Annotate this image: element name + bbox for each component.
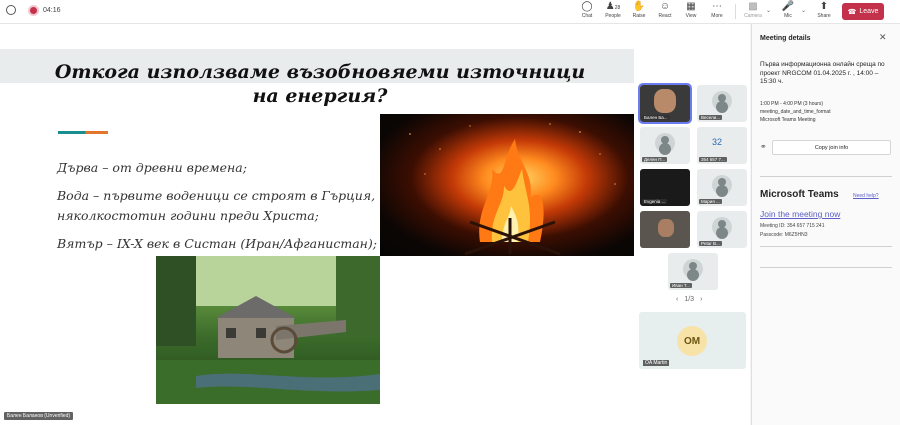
leave-button[interactable]: ☎ Leave	[842, 3, 884, 20]
participant-name: Evgenia ...	[642, 199, 668, 204]
avatar	[712, 217, 732, 237]
panel-title: Meeting details	[760, 35, 811, 42]
participant-tile[interactable]: 32 354 657 7...	[697, 127, 747, 164]
recording-indicator-icon	[30, 6, 37, 14]
participant-tile[interactable]: Весели...	[697, 85, 747, 122]
meeting-timer: 04:16	[43, 6, 61, 14]
copy-join-info-button[interactable]: Copy join info	[772, 140, 891, 155]
participant-video	[658, 219, 674, 237]
mic-options-chevron-icon[interactable]: ⌄	[801, 7, 806, 14]
meeting-type: Microsoft Teams Meeting	[760, 117, 816, 123]
people-icon: ♟28	[605, 1, 621, 12]
meeting-description: Първа информационна онлайн среща по прое…	[760, 61, 885, 85]
grid-icon: ▦	[686, 1, 696, 12]
participant-name: Petar B...	[699, 241, 722, 246]
chat-button[interactable]: ◯ Chat	[573, 1, 601, 23]
page-indicator: 1/3	[684, 296, 695, 303]
link-icon: ⚭	[760, 142, 767, 151]
avatar: OM	[677, 326, 707, 356]
view-button[interactable]: ▦ View	[677, 1, 705, 23]
participant-tile[interactable]: Иван Т...	[668, 253, 718, 290]
participant-name: OA Martin	[643, 360, 670, 366]
participant-tile-om[interactable]: OM OA Martin	[639, 312, 746, 369]
divider	[760, 246, 892, 247]
meeting-details-panel: Meeting details ✕ Първа информационна он…	[751, 24, 900, 425]
passcode: Passcode: M6Z5HN3	[760, 232, 808, 238]
react-button[interactable]: ☺ React	[651, 1, 679, 23]
participant-name: Весели...	[699, 115, 722, 120]
meeting-toolbar: 04:16 ◯ Chat ♟28 People ✋ Raise ☺ React …	[0, 0, 900, 24]
toolbar-divider	[735, 4, 736, 19]
phone-icon: ☎	[847, 8, 857, 16]
participant-tile[interactable]	[640, 211, 690, 248]
slide-bullet: Вода – първите водeници се строят в Гърц…	[57, 188, 376, 223]
need-help-link[interactable]: Need help?	[853, 193, 879, 199]
participant-tile[interactable]: Evgenia ...	[640, 169, 690, 206]
people-button[interactable]: ♟28 People	[599, 1, 627, 23]
participant-pager: ‹ 1/3 ›	[676, 296, 702, 303]
share-button[interactable]: ⬆ Share	[810, 1, 838, 23]
smile-icon: ☺	[659, 1, 671, 12]
participant-tile[interactable]: Бален Ба...	[638, 83, 692, 124]
participant-name: Мария ...	[699, 199, 722, 204]
slide-accent-line	[58, 131, 108, 134]
camera-off-icon: ▩	[748, 1, 758, 12]
mic-off-icon: 🎤	[781, 1, 795, 12]
slide-title: Откога използваме възобновяеми източници…	[54, 61, 586, 107]
participant-count-badge: 32	[712, 137, 723, 147]
close-icon[interactable]: ✕	[879, 32, 887, 43]
divider	[760, 267, 892, 268]
next-page-icon[interactable]: ›	[700, 296, 702, 303]
avatar	[683, 259, 703, 279]
teams-heading: Microsoft Teams	[760, 189, 839, 200]
mic-button[interactable]: 🎤 Mic	[774, 1, 802, 23]
participant-tile[interactable]: Petar B...	[697, 211, 747, 248]
meeting-id: Meeting ID: 354 657 715 241	[760, 223, 825, 229]
participant-tile[interactable]: Делян П...	[640, 127, 690, 164]
divider	[760, 176, 892, 177]
bonfire-image	[380, 114, 634, 256]
chat-icon: ◯	[581, 1, 593, 12]
camera-button[interactable]: ▩ Camera	[739, 1, 767, 23]
hand-icon: ✋	[632, 1, 646, 12]
avatar	[712, 91, 732, 111]
participant-name: Делян П...	[642, 157, 668, 162]
more-button[interactable]: ⋯ More	[703, 1, 731, 23]
participant-name: 354 657 7...	[699, 157, 727, 162]
join-meeting-link[interactable]: Join the meeting now	[760, 209, 840, 219]
avatar	[655, 133, 675, 153]
meeting-info-icon[interactable]	[6, 5, 16, 15]
camera-options-chevron-icon[interactable]: ⌄	[766, 7, 771, 14]
prev-page-icon[interactable]: ‹	[676, 296, 678, 303]
watermill-image	[156, 256, 380, 404]
slide-bullet: Вятър – IX-X век в Систан (Иран/Афганист…	[57, 236, 377, 251]
slide-bullet: Дърва – от древни времена;	[57, 160, 247, 175]
avatar	[712, 175, 732, 195]
people-count: 28	[614, 5, 621, 11]
meeting-format: meeting_date_and_time_format	[760, 109, 831, 115]
share-icon: ⬆	[819, 1, 829, 12]
meeting-meta: 1:00 PM - 4:00 PM (3 hours) meeting_date…	[760, 100, 896, 124]
more-icon: ⋯	[712, 1, 722, 12]
copy-join-row: ⚭ Copy join info	[760, 140, 892, 156]
meeting-time: 1:00 PM - 4:00 PM (3 hours)	[760, 101, 824, 107]
toolbar-left: 04:16	[6, 5, 61, 15]
raise-hand-button[interactable]: ✋ Raise	[625, 1, 653, 23]
participant-name: Бален Ба...	[642, 115, 670, 120]
participant-name: Иван Т...	[670, 283, 692, 288]
participant-tile[interactable]: Мария ...	[697, 169, 747, 206]
participant-video	[654, 89, 676, 113]
self-name-tag: Бален Баланов (Unverified)	[4, 412, 74, 420]
